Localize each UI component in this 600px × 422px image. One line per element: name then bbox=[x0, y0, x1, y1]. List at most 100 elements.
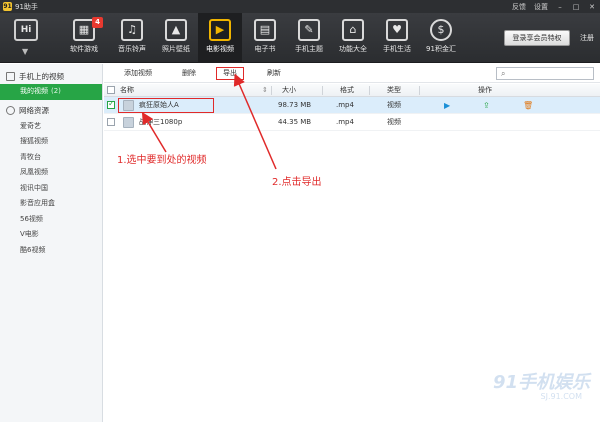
tab-ebooks-label: 电子书 bbox=[254, 45, 276, 53]
column-name[interactable]: 名称 bbox=[120, 84, 134, 97]
tools-icon: ⌂ bbox=[342, 19, 364, 41]
tab-phone-life[interactable]: ♥ 手机生活 bbox=[375, 13, 419, 63]
sidebar-item-56[interactable]: 56视频 bbox=[0, 212, 102, 228]
sidebar-section-phone-videos[interactable]: 手机上的视频 bbox=[0, 68, 102, 84]
film-icon: ▶ bbox=[209, 19, 231, 41]
tab-apps-games[interactable]: ▦ 软件游戏 4 bbox=[62, 13, 106, 63]
app-logo-icon: 91 bbox=[3, 2, 12, 11]
sidebar-section-label: 手机上的视频 bbox=[19, 71, 64, 81]
maximize-icon[interactable]: □ bbox=[572, 3, 580, 11]
annotation-step1: 1.选中要到处的视频 bbox=[117, 155, 207, 166]
app-window: 91 91助手 反馈 设置 – □ ✕ Hi ▼ ▦ 软件游戏 4 ♫ 音乐铃声… bbox=[0, 0, 600, 422]
tab-music-ringtones[interactable]: ♫ 音乐铃声 bbox=[110, 13, 154, 63]
sort-arrow-icon[interactable]: ⇕ bbox=[262, 84, 268, 97]
tab-phone-themes[interactable]: ✎ 手机主题 bbox=[287, 13, 331, 63]
main-toolbar: Hi ▼ ▦ 软件游戏 4 ♫ 音乐铃声 ▲ 照片壁纸 ▶ 电影视频 ▤ 电子书… bbox=[0, 13, 600, 63]
video-type: 视频 bbox=[387, 118, 401, 126]
column-separator bbox=[271, 86, 272, 95]
chevron-down-icon[interactable]: ▼ bbox=[22, 47, 28, 56]
sidebar-section-label: 网络资源 bbox=[19, 106, 49, 115]
table-row[interactable]: 疯狂原始人A 98.73 MB .mp4 视频 ▶ ⇪ 🗑 bbox=[104, 97, 600, 114]
minimize-icon[interactable]: – bbox=[556, 3, 564, 11]
sidebar-section-network[interactable]: 网络资源 bbox=[0, 103, 102, 119]
app-title: 91助手 bbox=[15, 2, 38, 11]
refresh-button[interactable]: 刷新 bbox=[267, 67, 281, 80]
row-checkbox[interactable] bbox=[107, 118, 115, 126]
delete-button[interactable]: 删除 bbox=[182, 67, 196, 80]
table-row[interactable]: 战神三1080p 44.35 MB .mp4 视频 bbox=[104, 114, 600, 131]
settings-link[interactable]: 设置 bbox=[534, 2, 548, 12]
sidebar-item-sohu[interactable]: 搜狐视频 bbox=[0, 134, 102, 150]
column-type[interactable]: 类型 bbox=[387, 84, 401, 97]
play-icon[interactable]: ▶ bbox=[444, 97, 450, 114]
device-home-button[interactable]: Hi ▼ bbox=[4, 17, 52, 59]
column-actions: 操作 bbox=[478, 86, 492, 94]
sidebar-item-label: 我的视频 bbox=[20, 87, 48, 95]
sidebar-item-ku6[interactable]: 酷6视频 bbox=[0, 243, 102, 259]
select-all-checkbox[interactable] bbox=[107, 86, 115, 94]
sidebar-item-media-apps[interactable]: 影音应用盒 bbox=[0, 196, 102, 212]
coin-icon: $ bbox=[430, 19, 452, 41]
tab-ebooks[interactable]: ▤ 电子书 bbox=[243, 13, 287, 63]
sidebar-item-cnvideo[interactable]: 视讯中国 bbox=[0, 181, 102, 197]
tab-movies-label: 电影视频 bbox=[206, 45, 234, 53]
tab-photos-label: 照片壁纸 bbox=[162, 45, 190, 53]
globe-icon bbox=[6, 106, 15, 115]
sidebar-item-iqiyi[interactable]: 爱奇艺 bbox=[0, 119, 102, 135]
tab-91-points[interactable]: $ 91积金汇 bbox=[419, 13, 463, 63]
tab-music-label: 音乐铃声 bbox=[118, 45, 146, 53]
row-checkbox[interactable] bbox=[107, 99, 115, 109]
table-header: 名称 ⇕ 大小 格式 类型 操作 bbox=[104, 84, 600, 97]
tab-movies-videos[interactable]: ▶ 电影视频 bbox=[198, 13, 242, 63]
vip-login-button[interactable]: 登录享会员特权 bbox=[504, 30, 570, 46]
tab-life-label: 手机生活 bbox=[383, 45, 411, 53]
tab-photos-wallpapers[interactable]: ▲ 照片壁纸 bbox=[154, 13, 198, 63]
video-count: (2) bbox=[51, 87, 61, 95]
sidebar-item-ifeng[interactable]: 凤凰视频 bbox=[0, 165, 102, 181]
tab-points-label: 91积金汇 bbox=[426, 45, 456, 53]
video-size: 44.35 MB bbox=[278, 118, 312, 126]
window-controls: 反馈 设置 – □ ✕ bbox=[512, 0, 596, 13]
feedback-link[interactable]: 反馈 bbox=[512, 2, 526, 12]
video-name: 疯狂原始人A bbox=[139, 101, 179, 109]
video-file-icon bbox=[123, 100, 134, 111]
column-separator bbox=[369, 86, 370, 95]
sidebar-item-my-videos[interactable]: 我的视频 (2) bbox=[0, 84, 102, 100]
sidebar-item-qingmutai[interactable]: 青牧台 bbox=[0, 150, 102, 166]
tab-themes-label: 手机主题 bbox=[295, 45, 323, 53]
search-icon: ⌕ bbox=[501, 69, 506, 78]
tab-apps-games-label: 软件游戏 bbox=[70, 45, 98, 53]
close-icon[interactable]: ✕ bbox=[588, 3, 596, 11]
video-size: 98.73 MB bbox=[278, 101, 312, 109]
ebook-icon: ▤ bbox=[254, 19, 276, 41]
video-format: .mp4 bbox=[336, 101, 354, 109]
title-bar: 91 91助手 反馈 设置 – □ ✕ bbox=[0, 0, 600, 13]
video-type: 视频 bbox=[387, 101, 401, 109]
watermark-url: SJ.91.COM bbox=[540, 392, 583, 401]
sidebar: 手机上的视频 我的视频 (2) 网络资源 爱奇艺 搜狐视频 青牧台 凤凰视频 视讯… bbox=[0, 64, 103, 422]
video-format: .mp4 bbox=[336, 118, 354, 126]
tab-functions-label: 功能大全 bbox=[339, 45, 367, 53]
device-screen-icon: Hi bbox=[14, 19, 38, 41]
watermark-logo: 91手机娱乐 SJ.91.COM bbox=[480, 368, 590, 408]
trash-icon[interactable]: 🗑 bbox=[523, 97, 533, 114]
column-size[interactable]: 大小 bbox=[282, 84, 296, 97]
photo-icon: ▲ bbox=[165, 19, 187, 41]
music-note-icon: ♫ bbox=[121, 19, 143, 41]
action-bar: 添加视频 删除 导出 刷新 ⌕ bbox=[104, 64, 600, 83]
theme-icon: ✎ bbox=[298, 19, 320, 41]
add-video-button[interactable]: 添加视频 bbox=[124, 67, 152, 80]
search-input[interactable]: ⌕ bbox=[496, 67, 594, 80]
tab-functions[interactable]: ⌂ 功能大全 bbox=[331, 13, 375, 63]
export-button[interactable]: 导出 bbox=[216, 67, 244, 80]
sidebar-item-vmovie[interactable]: V电影 bbox=[0, 227, 102, 243]
update-count-badge: 4 bbox=[92, 17, 103, 28]
register-link[interactable]: 注册 bbox=[580, 33, 594, 43]
export-icon[interactable]: ⇪ bbox=[483, 97, 490, 114]
column-format[interactable]: 格式 bbox=[340, 84, 354, 97]
heart-bag-icon: ♥ bbox=[386, 19, 408, 41]
watermark-brand: 91手机娱乐 bbox=[492, 372, 590, 393]
video-file-icon bbox=[123, 117, 134, 128]
annotation-step2: 2.点击导出 bbox=[272, 177, 322, 188]
video-name: 战神三1080p bbox=[139, 118, 183, 126]
